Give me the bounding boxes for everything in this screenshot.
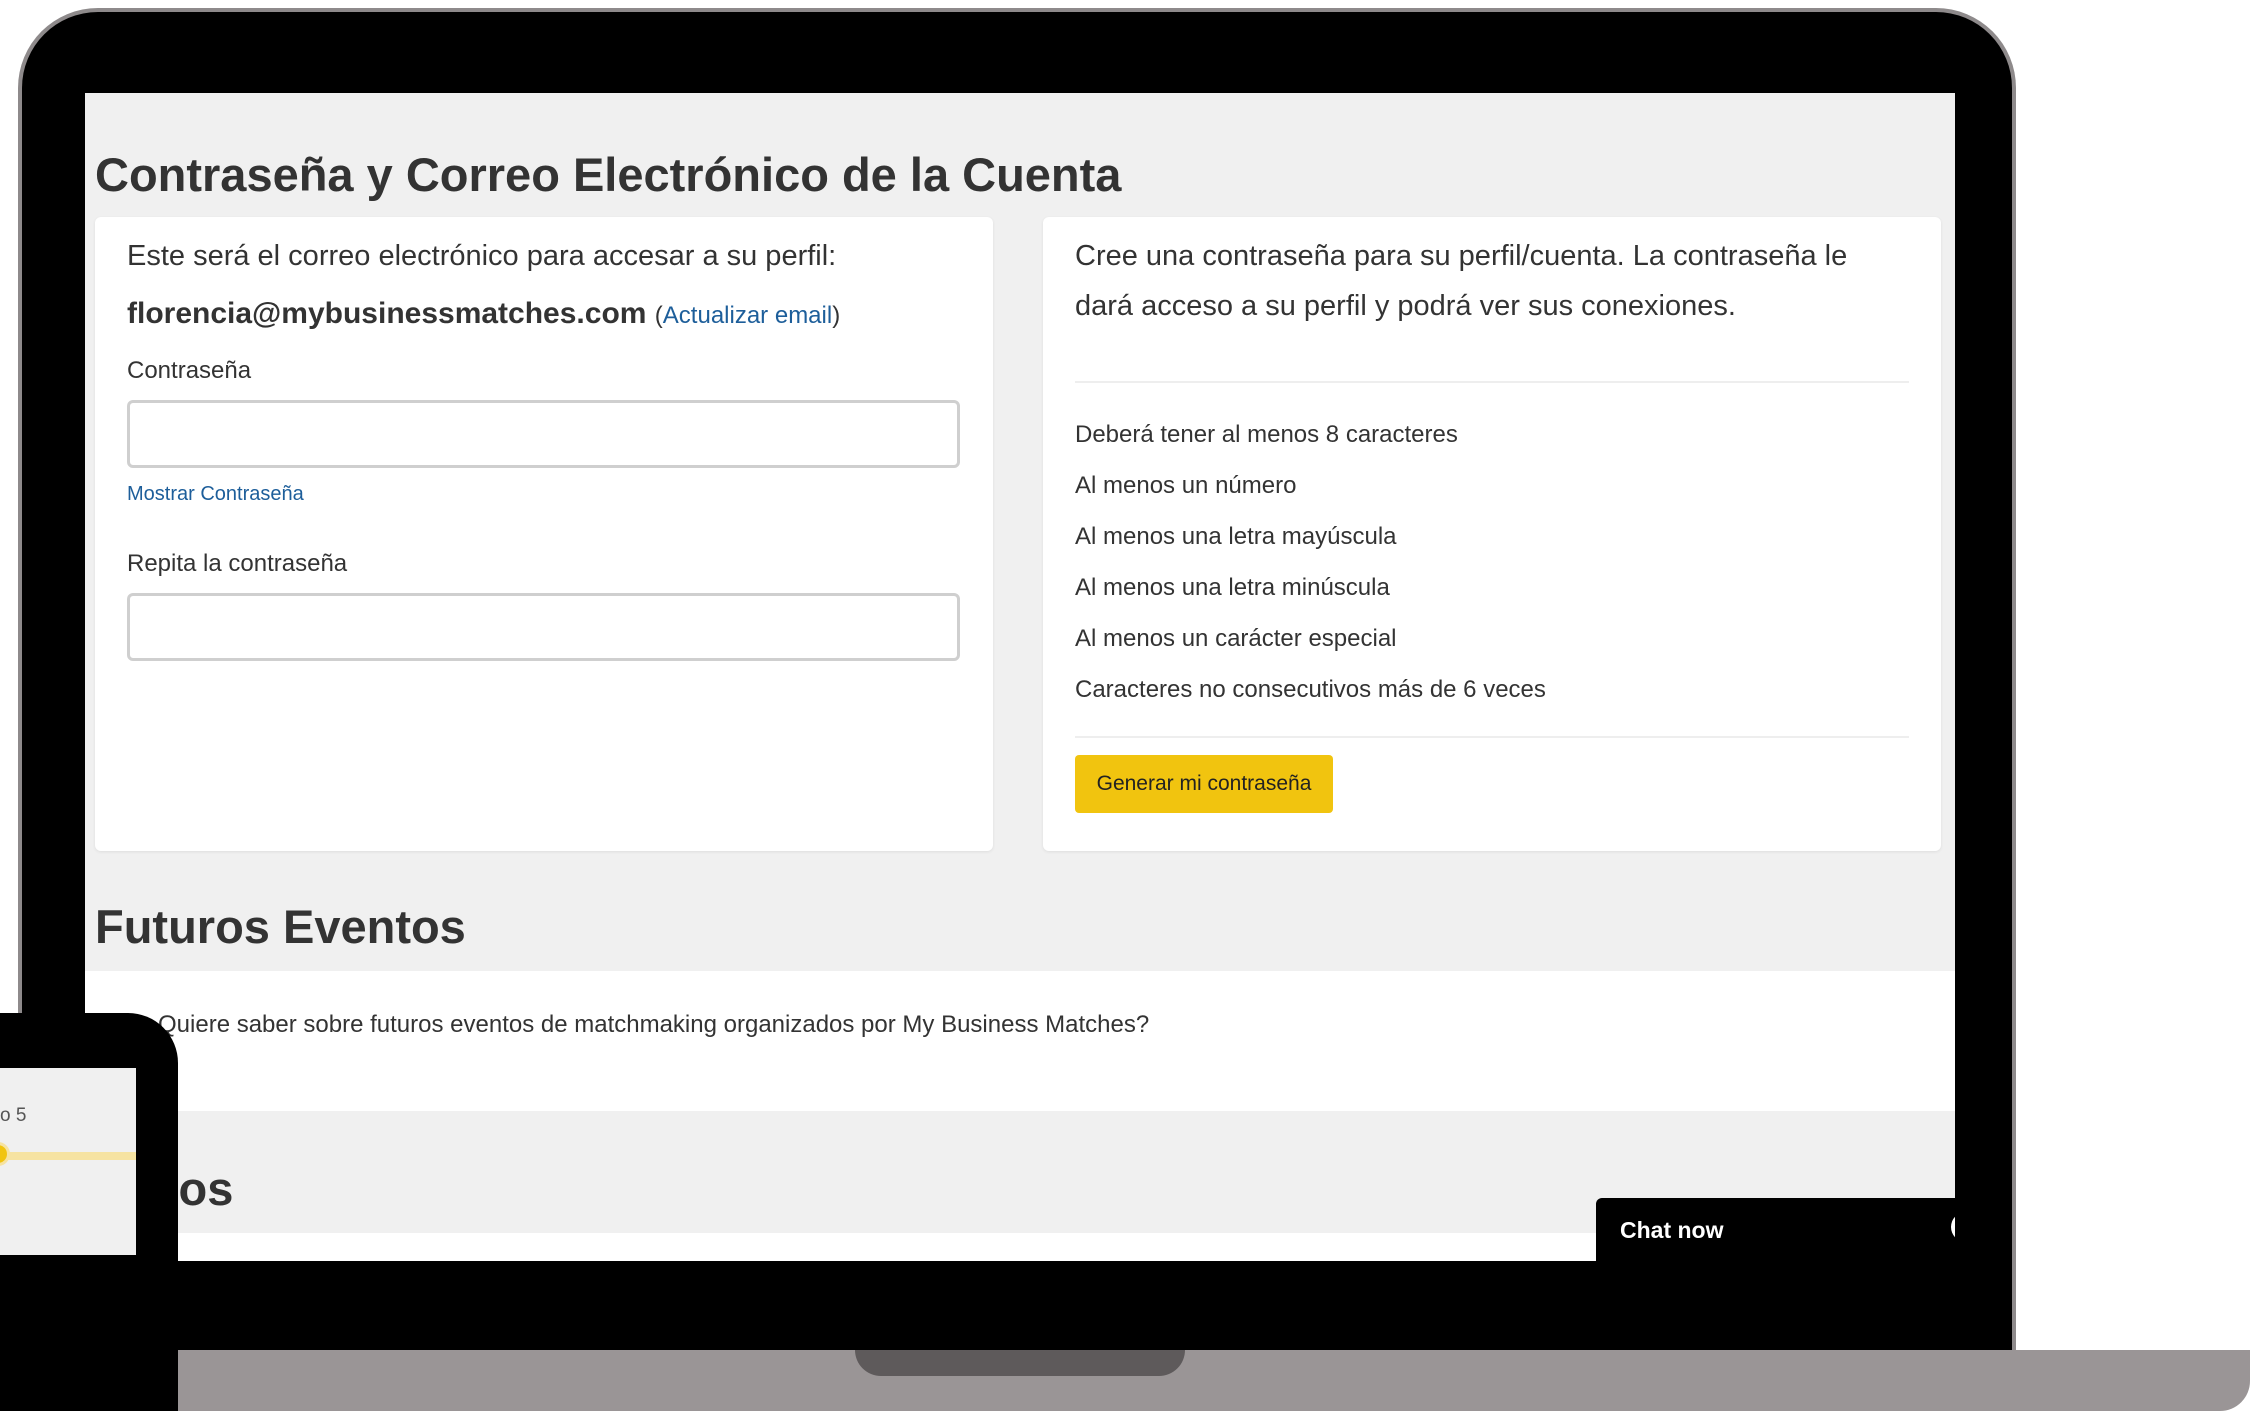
password-help-line-2: dará acceso a su perfil y podrá ver sus …	[1075, 290, 1736, 322]
chat-now-label: Chat now	[1620, 1217, 1724, 1243]
password-help-line-1: Cree una contraseña para su perfil/cuent…	[1075, 240, 1848, 272]
generate-password-button[interactable]: Generar mi contraseña	[1075, 755, 1333, 813]
paren-open: (	[654, 302, 663, 329]
repeat-password-label: Repita la contraseña	[127, 550, 348, 577]
paren-close: )	[832, 302, 841, 329]
divider-top	[1075, 381, 1909, 383]
password-help-card: Cree una contraseña para su perfil/cuent…	[1043, 217, 1941, 851]
requirement-item: Al menos un número	[1075, 472, 1297, 499]
requirement-item: Caracteres no consecutivos más de 6 vece…	[1075, 676, 1546, 703]
chat-bubble-icon	[1951, 1212, 1955, 1242]
credentials-card: Este será el correo electrónico para acc…	[95, 217, 993, 851]
requirement-item: Al menos un carácter especial	[1075, 625, 1397, 652]
requirement-item: Al menos una letra mayúscula	[1075, 523, 1397, 550]
laptop-screen: Contraseña y Correo Electrónico de la Cu…	[85, 93, 1955, 1261]
show-password-link[interactable]: Mostrar Contraseña	[127, 483, 304, 506]
events-section-title: Futuros Eventos	[95, 900, 466, 953]
tablet-progress-dot	[0, 1142, 10, 1166]
update-email-link[interactable]: Actualizar email	[663, 302, 832, 329]
events-question-text: Quiere saber sobre futuros eventos de ma…	[158, 1011, 1150, 1038]
tablet-progress-track	[0, 1152, 136, 1160]
tablet-step-label: o 5	[0, 1105, 27, 1126]
email-line: florencia@mybusinessmatches.com (Actuali…	[127, 297, 840, 331]
password-input[interactable]	[127, 400, 960, 468]
password-label: Contraseña	[127, 357, 252, 384]
requirement-item: Al menos una letra minúscula	[1075, 574, 1390, 601]
account-section-title: Contraseña y Correo Electrónico de la Cu…	[95, 148, 1122, 201]
update-email-wrapper: (Actualizar email)	[655, 302, 840, 329]
events-question-panel: Quiere saber sobre futuros eventos de ma…	[85, 971, 1955, 1111]
chat-widget[interactable]: Chat now	[1596, 1198, 1955, 1261]
requirement-item: Deberá tener al menos 8 caracteres	[1075, 421, 1458, 448]
divider-bottom	[1075, 736, 1909, 738]
tablet-screen: o 5	[0, 1068, 136, 1255]
repeat-password-input[interactable]	[127, 593, 960, 661]
laptop-notch	[855, 1350, 1185, 1376]
account-email: florencia@mybusinessmatches.com	[127, 297, 647, 330]
email-intro-text: Este será el correo electrónico para acc…	[127, 240, 837, 272]
laptop-base	[135, 1350, 2250, 1411]
